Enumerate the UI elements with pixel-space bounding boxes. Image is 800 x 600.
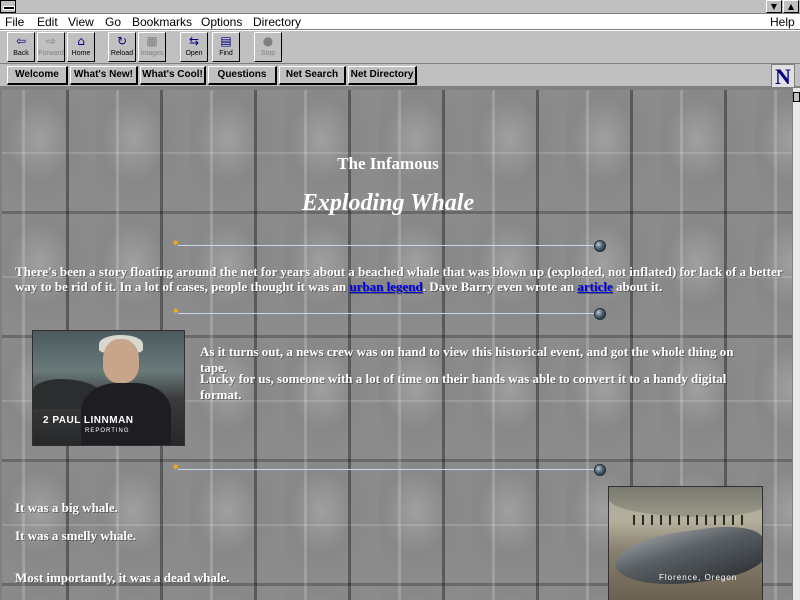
spark-icon: ✷: [172, 239, 180, 249]
whale-photo-caption: Florence, Oregon: [659, 573, 738, 582]
menu-help[interactable]: Help: [770, 15, 795, 29]
page-content: The Infamous Exploding Whale ✷ There's b…: [0, 88, 792, 600]
directory-buttons-bar: Welcome What's New! What's Cool! Questio…: [0, 64, 800, 88]
images-label: Images: [140, 50, 164, 57]
find-icon: ▤: [220, 34, 232, 48]
menu-bar: File Edit View Go Bookmarks Options Dire…: [0, 14, 800, 30]
menu-directory[interactable]: Directory: [253, 15, 301, 29]
reporter-video-image[interactable]: 2 PAUL LINNMAN REPORTING: [32, 330, 185, 446]
whats-new-button[interactable]: What's New!: [70, 66, 138, 85]
home-button[interactable]: ⌂ Home: [67, 32, 95, 62]
forward-arrow-icon: ⇨: [45, 34, 57, 48]
forward-button[interactable]: ⇨ Forward: [37, 32, 65, 62]
fuse-line: [178, 469, 596, 470]
bomb-icon: [594, 240, 606, 252]
menu-options[interactable]: Options: [201, 15, 242, 29]
navigation-toolbar: ⇦ Back ⇨ Forward ⌂ Home ↻ Reload ▦ Image…: [0, 30, 800, 64]
find-button[interactable]: ▤ Find: [212, 32, 240, 62]
divider-rule: ✷: [172, 239, 606, 252]
maximize-button[interactable]: ▲: [783, 0, 799, 13]
reporter-caption: 2 PAUL LINNMAN: [43, 415, 134, 426]
back-button[interactable]: ⇦ Back: [7, 32, 35, 62]
digital-format-paragraph: Lucky for us, someone with a lot of time…: [200, 371, 727, 402]
forward-label: Forward: [38, 50, 64, 57]
net-directory-button[interactable]: Net Directory: [348, 66, 417, 85]
netscape-logo[interactable]: N: [771, 64, 795, 89]
intro-paragraph: There's been a story floating around the…: [15, 264, 785, 294]
vertical-scrollbar[interactable]: [792, 88, 800, 600]
divider-rule: ✷: [172, 463, 606, 476]
spark-icon: ✷: [172, 307, 180, 317]
bomb-icon: [594, 464, 606, 476]
urban-legend-link[interactable]: urban legend: [349, 279, 422, 294]
beached-whale-image[interactable]: Florence, Oregon: [608, 486, 763, 600]
smelly-whale-text: It was a smelly whale.: [15, 528, 136, 543]
minimize-button[interactable]: ▼: [766, 0, 782, 13]
reload-button[interactable]: ↻ Reload: [108, 32, 136, 62]
big-whale-text: It was a big whale.: [15, 500, 118, 515]
reload-icon: ↻: [116, 34, 128, 48]
stop-button[interactable]: ● Stop: [254, 32, 282, 62]
find-label: Find: [219, 50, 233, 57]
bomb-icon: [594, 308, 606, 320]
open-button[interactable]: ⇆ Open: [180, 32, 208, 62]
whats-cool-button[interactable]: What's Cool!: [140, 66, 206, 85]
fuse-line: [178, 313, 596, 314]
spark-icon: ✷: [172, 463, 180, 473]
images-button[interactable]: ▦ Images: [138, 32, 166, 62]
open-icon: ⇆: [188, 34, 200, 48]
divider-rule: ✷: [172, 307, 606, 320]
menu-view[interactable]: View: [68, 15, 94, 29]
reload-label: Reload: [110, 50, 134, 57]
net-search-button[interactable]: Net Search: [279, 66, 346, 85]
back-label: Back: [13, 50, 29, 57]
stop-icon: ●: [262, 34, 274, 48]
menu-file[interactable]: File: [5, 15, 24, 29]
intro-text-3: about it.: [612, 279, 663, 294]
welcome-button[interactable]: Welcome: [7, 66, 68, 85]
scrollbar-thumb[interactable]: [793, 92, 800, 102]
back-arrow-icon: ⇦: [15, 34, 27, 48]
questions-button[interactable]: Questions: [208, 66, 277, 85]
stop-label: Stop: [260, 50, 276, 57]
intro-text-2: . Dave Barry even wrote an: [422, 279, 578, 294]
heading-exploding-whale: Exploding Whale: [301, 190, 475, 216]
system-menu-box[interactable]: [0, 0, 16, 13]
heading-the-infamous: The Infamous: [337, 154, 439, 173]
open-label: Open: [185, 50, 203, 57]
menu-edit[interactable]: Edit: [37, 15, 58, 29]
reporter-subcaption: REPORTING: [85, 428, 130, 434]
title-bar: ▼ ▲: [0, 0, 800, 14]
fuse-line: [178, 245, 596, 246]
menu-bookmarks[interactable]: Bookmarks: [132, 15, 192, 29]
dead-whale-text: Most importantly, it was a dead whale.: [15, 570, 230, 585]
home-label: Home: [71, 50, 91, 57]
menu-go[interactable]: Go: [105, 15, 121, 29]
home-icon: ⌂: [77, 34, 85, 48]
images-icon: ▦: [146, 34, 158, 48]
article-link[interactable]: article: [577, 279, 612, 294]
